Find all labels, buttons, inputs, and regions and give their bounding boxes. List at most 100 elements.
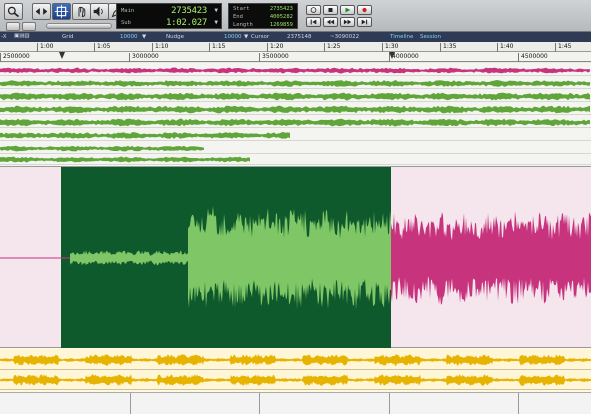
start-label: Start	[233, 6, 250, 12]
rewind-button[interactable]	[323, 17, 338, 27]
speaker-tool-button[interactable]	[90, 3, 109, 20]
ruler-tick: 1:10	[152, 43, 168, 52]
overview-waveform-green	[0, 132, 290, 139]
sub-counter-label: Sub	[121, 20, 131, 26]
zoom-icon	[7, 6, 20, 18]
main-counter-value[interactable]: 2735423	[171, 6, 207, 16]
ruler-tick: 1:30	[382, 43, 398, 52]
ruler-tick: 1:05	[94, 43, 110, 52]
overview-waveform-path	[0, 156, 250, 163]
overview-track[interactable]	[0, 91, 591, 102]
overview-waveform-path	[0, 92, 590, 101]
online-button[interactable]	[306, 5, 321, 15]
return-to-zero-icon	[310, 19, 317, 25]
ruler-tick: 1:00	[37, 43, 53, 52]
scrubber-icon	[78, 6, 86, 17]
ruler-tick: 1:15	[209, 43, 225, 52]
nudge-chevron-icon[interactable]: ▼	[244, 34, 248, 40]
grid-line	[259, 393, 260, 414]
rewind-icon	[326, 19, 335, 25]
trim-icon	[35, 8, 48, 15]
empty-track-area[interactable]	[0, 392, 591, 414]
overview-waveform-green	[0, 118, 590, 127]
fast-forward-icon	[343, 19, 352, 25]
tool-submenu-right[interactable]	[22, 22, 36, 31]
ruler-tick: 4500000	[518, 53, 548, 62]
ruler-tick: 3000000	[129, 53, 159, 62]
zoom-tool-button[interactable]	[4, 3, 23, 20]
audio-track-yellow[interactable]	[0, 350, 591, 370]
go-to-end-button[interactable]	[357, 17, 372, 27]
yellow-waveform	[0, 374, 591, 386]
record-button[interactable]	[357, 5, 372, 15]
return-to-zero-button[interactable]	[306, 17, 321, 27]
session-label[interactable]: Session	[420, 34, 441, 40]
selection-end-marker-icon[interactable]	[389, 52, 395, 60]
main-counter-label: Main	[121, 8, 135, 14]
tool-submenu-left[interactable]	[6, 22, 20, 31]
ruler-tick: 1:40	[497, 43, 513, 52]
smart-tool-bar[interactable]	[46, 23, 112, 29]
overview-track[interactable]	[0, 78, 591, 89]
scrubber-tool-button[interactable]	[72, 3, 91, 20]
record-icon	[362, 7, 367, 13]
cursor-label: Cursor	[251, 34, 270, 40]
grid-line	[518, 393, 519, 414]
overview-waveform-path	[0, 67, 590, 74]
overview-tracks	[0, 63, 591, 166]
overview-waveform-green	[0, 145, 204, 152]
fast-forward-button[interactable]	[340, 17, 355, 27]
overview-waveform-green	[0, 156, 250, 163]
samples-ruler[interactable]: 2500000 3000000 3500000 4000000 4500000	[0, 52, 591, 62]
overview-track[interactable]	[0, 130, 591, 141]
grid-chevron-icon[interactable]: ▼	[142, 34, 146, 40]
length-label: Length	[233, 22, 253, 28]
edit-toolbar: Main 2735423 ▼ Sub 1:02.027 ▼ Start 2735…	[0, 0, 591, 32]
ruler-tick: 2500000	[0, 53, 30, 62]
ruler-tick: 3500000	[259, 53, 289, 62]
edit-info-bar: -X ▣▤▥ Grid 10000 ▼ Nudge 10000 ▼ Cursor…	[0, 32, 591, 42]
grid-line	[389, 393, 390, 414]
ruler-tick: 1:20	[267, 43, 283, 52]
minsec-ruler[interactable]: 1:00 1:05 1:10 1:15 1:20 1:25 1:30 1:35 …	[0, 42, 591, 52]
grabber-tool-button[interactable]	[52, 3, 71, 20]
play-button[interactable]	[340, 5, 355, 15]
cursor-value: 2375148	[287, 34, 312, 40]
overview-waveform-green	[0, 92, 590, 101]
timeline-label[interactable]: Timeline	[390, 34, 413, 40]
overview-track[interactable]	[0, 143, 591, 154]
play-icon	[345, 7, 351, 13]
grabber-icon	[54, 4, 69, 19]
audio-track-yellow[interactable]	[0, 370, 591, 390]
main-counter: Main 2735423 ▼ Sub 1:02.027 ▼	[116, 3, 222, 29]
overview-track[interactable]	[0, 65, 591, 76]
nudge-value[interactable]: 10000	[224, 34, 242, 40]
main-counter-chevron-icon[interactable]: ▼	[214, 7, 218, 14]
grid-line	[130, 393, 131, 414]
overview-track[interactable]	[0, 154, 591, 165]
length-value[interactable]: 1269859	[270, 22, 293, 28]
stop-button[interactable]	[323, 5, 338, 15]
trim-tool-button[interactable]	[32, 3, 51, 20]
selection-start-marker-icon[interactable]	[59, 52, 65, 60]
overview-waveform-path	[0, 145, 204, 152]
overview-waveform-path	[0, 132, 290, 139]
overview-track[interactable]	[0, 117, 591, 128]
nudge-label: Nudge	[166, 34, 184, 40]
overview-track[interactable]	[0, 104, 591, 115]
start-value[interactable]: 2735423	[270, 6, 293, 12]
overview-waveform-path	[0, 105, 590, 114]
sub-counter-chevron-icon[interactable]: ▼	[214, 19, 218, 26]
mode-buttons-icon[interactable]: ▣▤▥	[14, 33, 30, 39]
clock-icon	[310, 7, 317, 13]
grid-value[interactable]: 10000	[120, 34, 138, 40]
sub-counter-value[interactable]: 1:02.027	[166, 18, 207, 28]
end-value[interactable]: 4005282	[270, 14, 293, 20]
yellow-waveform-path	[0, 374, 591, 386]
overview-waveform-green	[0, 105, 590, 114]
ruler-tick: 1:35	[440, 43, 456, 52]
overview-waveform-path	[0, 118, 590, 127]
cursor-offset: ~3090022	[330, 34, 360, 40]
zoomed-waveform-track[interactable]	[0, 166, 591, 349]
ruler-tick: 1:25	[324, 43, 340, 52]
